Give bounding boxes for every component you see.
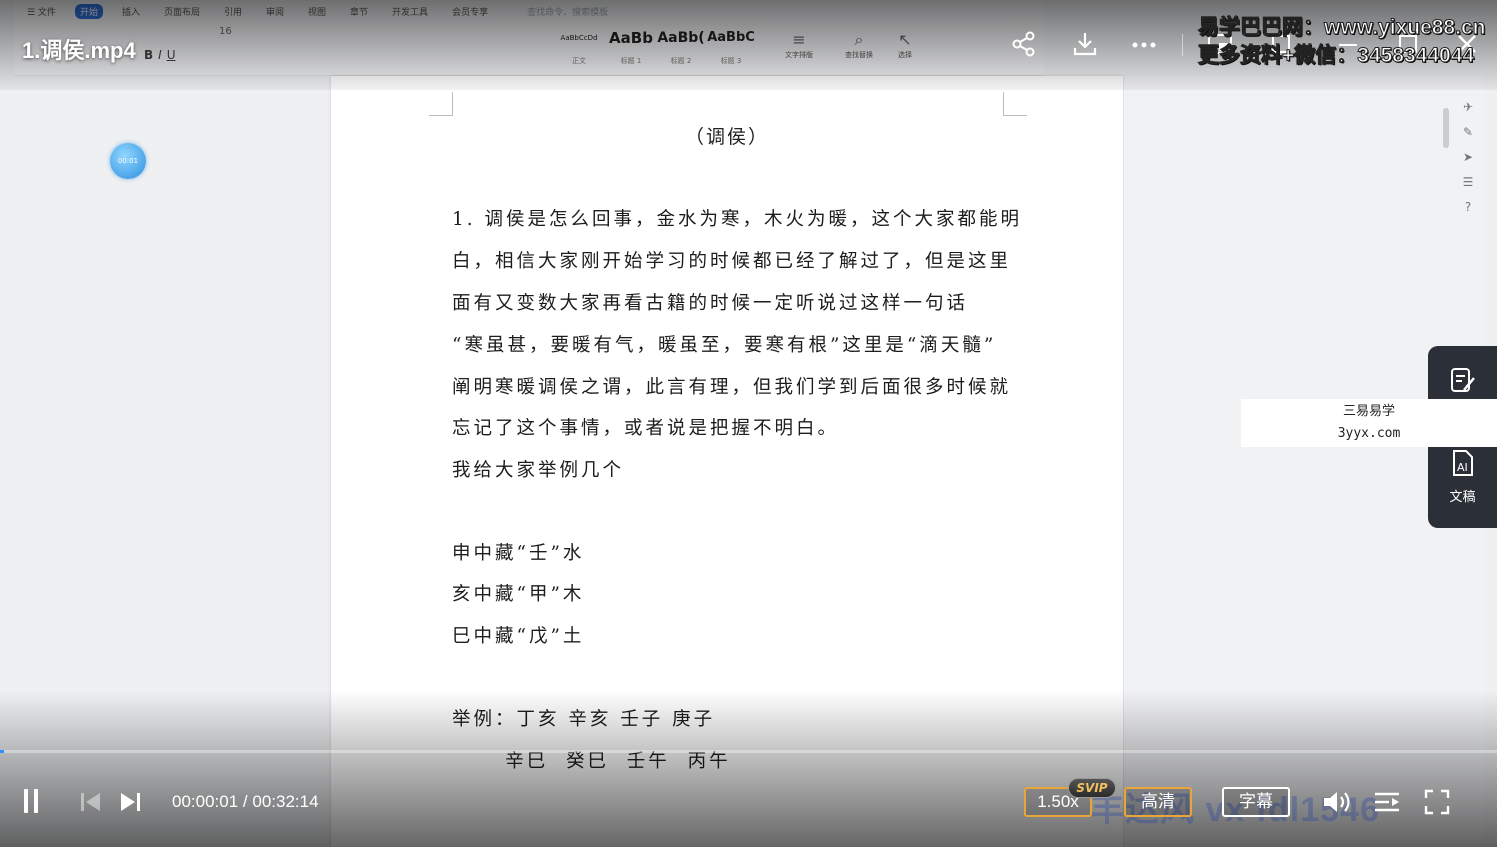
style-preview: AaBb <box>609 29 653 47</box>
menu-view[interactable]: 视图 <box>303 4 331 19</box>
scroll-thumb[interactable] <box>1443 108 1449 148</box>
doc-line: 1. 调侯是怎么回事，金水为寒，木火为暖，这个大家都能明 <box>452 209 1023 230</box>
download-icon[interactable] <box>1070 30 1100 60</box>
style-normal[interactable]: AaBbCcDd 正文 <box>554 28 604 65</box>
total-time: 00:32:14 <box>252 792 319 811</box>
video-title: 1.调侯.mp4 <box>22 38 136 63</box>
doc-line: 亥中藏“甲”木 <box>452 584 585 605</box>
style-name: 标题 3 <box>720 57 742 65</box>
next-button[interactable] <box>118 791 144 813</box>
pause-button[interactable] <box>24 789 46 815</box>
font-size-value: 16 <box>219 26 232 37</box>
style-preview: AaBb( <box>657 30 705 46</box>
style-heading-2[interactable]: AaBb( 标题 2 <box>656 28 706 65</box>
time-display: 00:00:01 / 00:32:14 <box>172 792 319 811</box>
screen: ☰ 文件 开始 插入 页面布局 引用 审阅 视图 章节 开发工具 会员专享 查找… <box>0 0 1497 847</box>
menu-developer[interactable]: 开发工具 <box>387 4 433 19</box>
watermark-line: 易学巴巴网：www.yixue88.cn <box>1198 16 1486 40</box>
doc-line: 白，相信大家刚开始学习的时候都已经了解过了，但是这里 <box>452 251 1012 272</box>
ribbon-search[interactable]: 查找命令、搜索模板 <box>527 5 608 18</box>
send-icon[interactable]: ✈ <box>1463 100 1473 114</box>
watermark-line: 更多资料+微信：3458344044 <box>1198 44 1475 68</box>
edit-note-icon[interactable] <box>1448 366 1478 396</box>
cursor-icon: ↖ <box>898 30 912 49</box>
doc-line: 巳中藏“戊”土 <box>452 626 585 647</box>
tool-label: 查找替换 <box>845 51 873 59</box>
help-icon[interactable]: ? <box>1465 200 1471 214</box>
menu-member[interactable]: 会员专享 <box>447 4 493 19</box>
sliders-icon[interactable]: ☰ <box>1463 175 1474 189</box>
doc-line: 申中藏“壬”水 <box>452 543 585 564</box>
svip-badge: SVIP <box>1068 778 1116 798</box>
menu-insert[interactable]: 插入 <box>117 4 145 19</box>
menu-section[interactable]: 章节 <box>345 4 373 19</box>
doc-line: 面有又变数大家再看古籍的时候一定听说过这样一句话 <box>452 293 969 314</box>
wps-ribbon: ☰ 文件 开始 插入 页面布局 引用 审阅 视图 章节 开发工具 会员专享 查找… <box>14 0 1044 76</box>
style-name: 标题 2 <box>670 57 692 65</box>
subtitle-button[interactable]: 字幕 <box>1222 787 1290 817</box>
top-watermark: 易学巴巴网：www.yixue88.cn 更多资料+微信：3458344044 <box>1198 14 1486 70</box>
progress-bar[interactable] <box>0 750 1497 753</box>
pause-bar <box>24 789 28 813</box>
margin-corner-top-right <box>1003 92 1027 116</box>
fullscreen-icon[interactable] <box>1424 789 1450 815</box>
more-icon[interactable] <box>1129 30 1159 60</box>
doc-line: 阐明寒暖调侯之谓，此言有理，但我们学到后面很多时候就 <box>452 377 1012 398</box>
menu-layout[interactable]: 页面布局 <box>159 4 205 19</box>
text-layout-icon: ≡ <box>792 30 806 49</box>
style-preview: AaBbC <box>707 30 755 45</box>
side-toolbar: ✈ ✎ ➤ ☰ ? <box>1456 100 1480 214</box>
magnifier-icon: ⌕ <box>854 30 864 49</box>
format-buttons: BIU <box>144 48 176 62</box>
document-title: （调侯） <box>684 126 769 148</box>
playlist-icon[interactable] <box>1373 789 1401 815</box>
svg-text:AI: AI <box>1457 461 1468 474</box>
tool-label: 选择 <box>898 51 912 59</box>
site-watermark-box: 三易易学 3yyx.com <box>1241 399 1497 447</box>
progress-fill <box>0 750 4 753</box>
current-time: 00:00:01 <box>172 792 239 811</box>
menu-home-tab[interactable]: 开始 <box>74 3 103 19</box>
pause-bar <box>34 789 38 813</box>
style-preview: AaBbCcDd <box>560 34 598 42</box>
text-layout-tool[interactable]: ≡ 文字排版 <box>774 30 824 60</box>
menu-review[interactable]: 审阅 <box>261 4 289 19</box>
doc-line: 我给大家举例几个 <box>452 460 625 481</box>
bold-button[interactable]: B <box>144 48 153 62</box>
doc-line: 举例：丁亥 辛亥 壬子 庚子 <box>452 709 716 730</box>
underline-button[interactable]: U <box>167 48 176 62</box>
tool-label: 文字排版 <box>785 51 813 59</box>
pen-icon[interactable]: ✎ <box>1463 125 1473 139</box>
volume-icon[interactable] <box>1322 788 1354 816</box>
style-heading-1[interactable]: AaBb 标题 1 <box>606 28 656 65</box>
font-size-select[interactable]: 16 <box>219 26 232 37</box>
ribbon-menu-row: ☰ 文件 开始 插入 页面布局 引用 审阅 视图 章节 开发工具 会员专享 查找… <box>22 3 608 19</box>
watermark-line: 三易易学 <box>1342 404 1395 419</box>
top-divider <box>1182 34 1183 56</box>
notes-label: 文稿 <box>1449 490 1476 505</box>
quality-button[interactable]: 高清 <box>1124 787 1192 817</box>
menu-file[interactable]: ☰ 文件 <box>22 4 61 19</box>
watermark-line: 3yyx.com <box>1337 426 1401 441</box>
ai-doc-icon[interactable]: AI <box>1448 448 1478 478</box>
doc-line: “寒虽甚，要暖有气，暖虽至，要寒有根”这里是“滴天髓” <box>452 335 997 356</box>
select-tool[interactable]: ↖ 选择 <box>880 30 930 60</box>
style-name: 正文 <box>572 57 586 65</box>
doc-line: 忘记了这个事情，或者说是把握不明白。 <box>452 418 840 439</box>
previous-button[interactable] <box>78 791 104 813</box>
style-name: 标题 1 <box>620 57 642 65</box>
recording-timer-badge: 00:01 <box>110 143 146 179</box>
find-replace-tool[interactable]: ⌕ 查找替换 <box>834 30 884 60</box>
style-heading-3[interactable]: AaBbC 标题 3 <box>706 28 756 65</box>
document-page[interactable]: （调侯） 1. 调侯是怎么回事，金水为寒，木火为暖，这个大家都能明 白，相信大家… <box>331 76 1123 847</box>
pointer-icon[interactable]: ➤ <box>1463 150 1473 164</box>
menu-reference[interactable]: 引用 <box>219 4 247 19</box>
margin-corner-top-left <box>429 92 453 116</box>
share-icon[interactable] <box>1009 30 1039 60</box>
italic-button[interactable]: I <box>158 48 162 62</box>
